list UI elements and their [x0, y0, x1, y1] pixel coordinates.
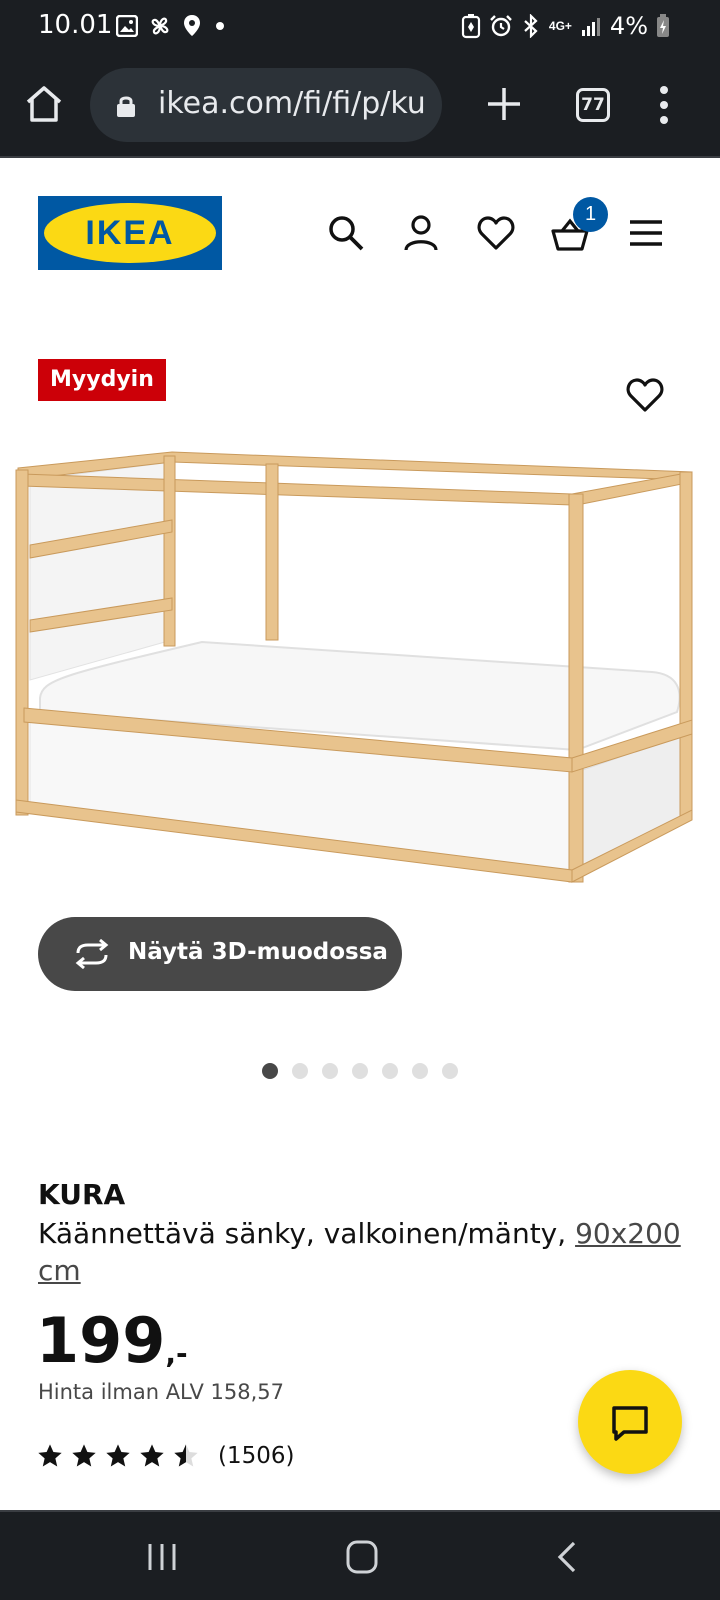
review-count: (1506) [218, 1443, 295, 1469]
status-time: 10.01 [38, 10, 113, 40]
star-half-icon [174, 1444, 198, 1467]
star-full-icon [38, 1444, 62, 1467]
system-navigation-bar [0, 1510, 720, 1600]
address-bar[interactable]: ikea.com/fi/fi/p/ku [90, 68, 442, 142]
carousel-dot-7[interactable] [442, 1063, 458, 1079]
carousel-dot-1[interactable] [262, 1063, 278, 1079]
carousel-dot-2[interactable] [292, 1063, 308, 1079]
rotate-3d-icon [75, 939, 109, 969]
product-rating[interactable]: (1506) [36, 1440, 294, 1472]
logo-text: IKEA [85, 214, 174, 252]
home-button-icon[interactable] [342, 1540, 382, 1574]
battery-charging-icon [657, 14, 669, 37]
product-image[interactable] [12, 450, 712, 910]
new-tab-icon[interactable] [482, 82, 526, 126]
view-in-3d-label: Näytä 3D-muodossa [128, 939, 388, 965]
star-full-icon [72, 1444, 96, 1467]
star-full-icon [140, 1444, 164, 1467]
add-to-favourites-icon[interactable] [626, 376, 664, 414]
star-full-icon [106, 1444, 130, 1467]
price-suffix: ,- [165, 1337, 188, 1370]
system-status-icons: 4G+ 4% [461, 12, 670, 40]
favourites-icon[interactable] [476, 213, 516, 253]
recent-apps-icon[interactable] [142, 1540, 182, 1574]
carousel-dot-3[interactable] [322, 1063, 338, 1079]
browser-toolbar: ikea.com/fi/fi/p/ku 77 [0, 52, 720, 158]
alarm-icon [490, 15, 512, 37]
status-bar: 10.01 4G+ 4% [0, 0, 720, 52]
lock-icon [117, 96, 135, 117]
image-carousel-indicator [262, 1063, 458, 1079]
product-description: Käännettävä sänky, valkoinen/mänty, 90x2… [38, 1215, 688, 1289]
product-name: KURA [38, 1178, 126, 1211]
product-description-text: Käännettävä sänky, valkoinen/mänty, [38, 1217, 567, 1250]
carousel-dot-6[interactable] [412, 1063, 428, 1079]
price-value: 199 [36, 1304, 166, 1377]
home-icon[interactable] [22, 82, 66, 126]
location-icon [184, 15, 200, 36]
battery-percentage: 4% [609, 12, 648, 40]
carousel-dot-5[interactable] [382, 1063, 398, 1079]
carousel-dot-4[interactable] [352, 1063, 368, 1079]
browser-menu-icon[interactable] [654, 84, 674, 126]
ikea-logo[interactable]: IKEA [38, 196, 222, 270]
tab-switcher-button[interactable]: 77 [576, 88, 610, 122]
account-icon[interactable] [401, 213, 441, 253]
battery-saver-icon [461, 14, 481, 39]
notification-icons [116, 14, 228, 38]
chat-icon [612, 1406, 648, 1441]
view-in-3d-button[interactable]: Näytä 3D-muodossa [38, 917, 402, 991]
gallery-icon [116, 15, 138, 37]
bestseller-badge: Myydyin [38, 359, 166, 401]
price-excl-vat: Hinta ilman ALV 158,57 [38, 1380, 284, 1404]
chat-button[interactable] [578, 1370, 682, 1474]
menu-icon[interactable] [626, 213, 666, 253]
fan-icon [151, 17, 169, 35]
back-icon[interactable] [548, 1540, 588, 1574]
network-type: 4G+ [548, 19, 572, 33]
search-icon[interactable] [326, 213, 366, 253]
url-text: ikea.com/fi/fi/p/ku [158, 86, 426, 121]
signal-icon [581, 18, 600, 36]
bluetooth-icon [524, 14, 538, 38]
cart-count-badge: 1 [573, 197, 608, 232]
more-notifications-dot [216, 22, 224, 30]
product-price: 199 ,- [36, 1302, 188, 1372]
